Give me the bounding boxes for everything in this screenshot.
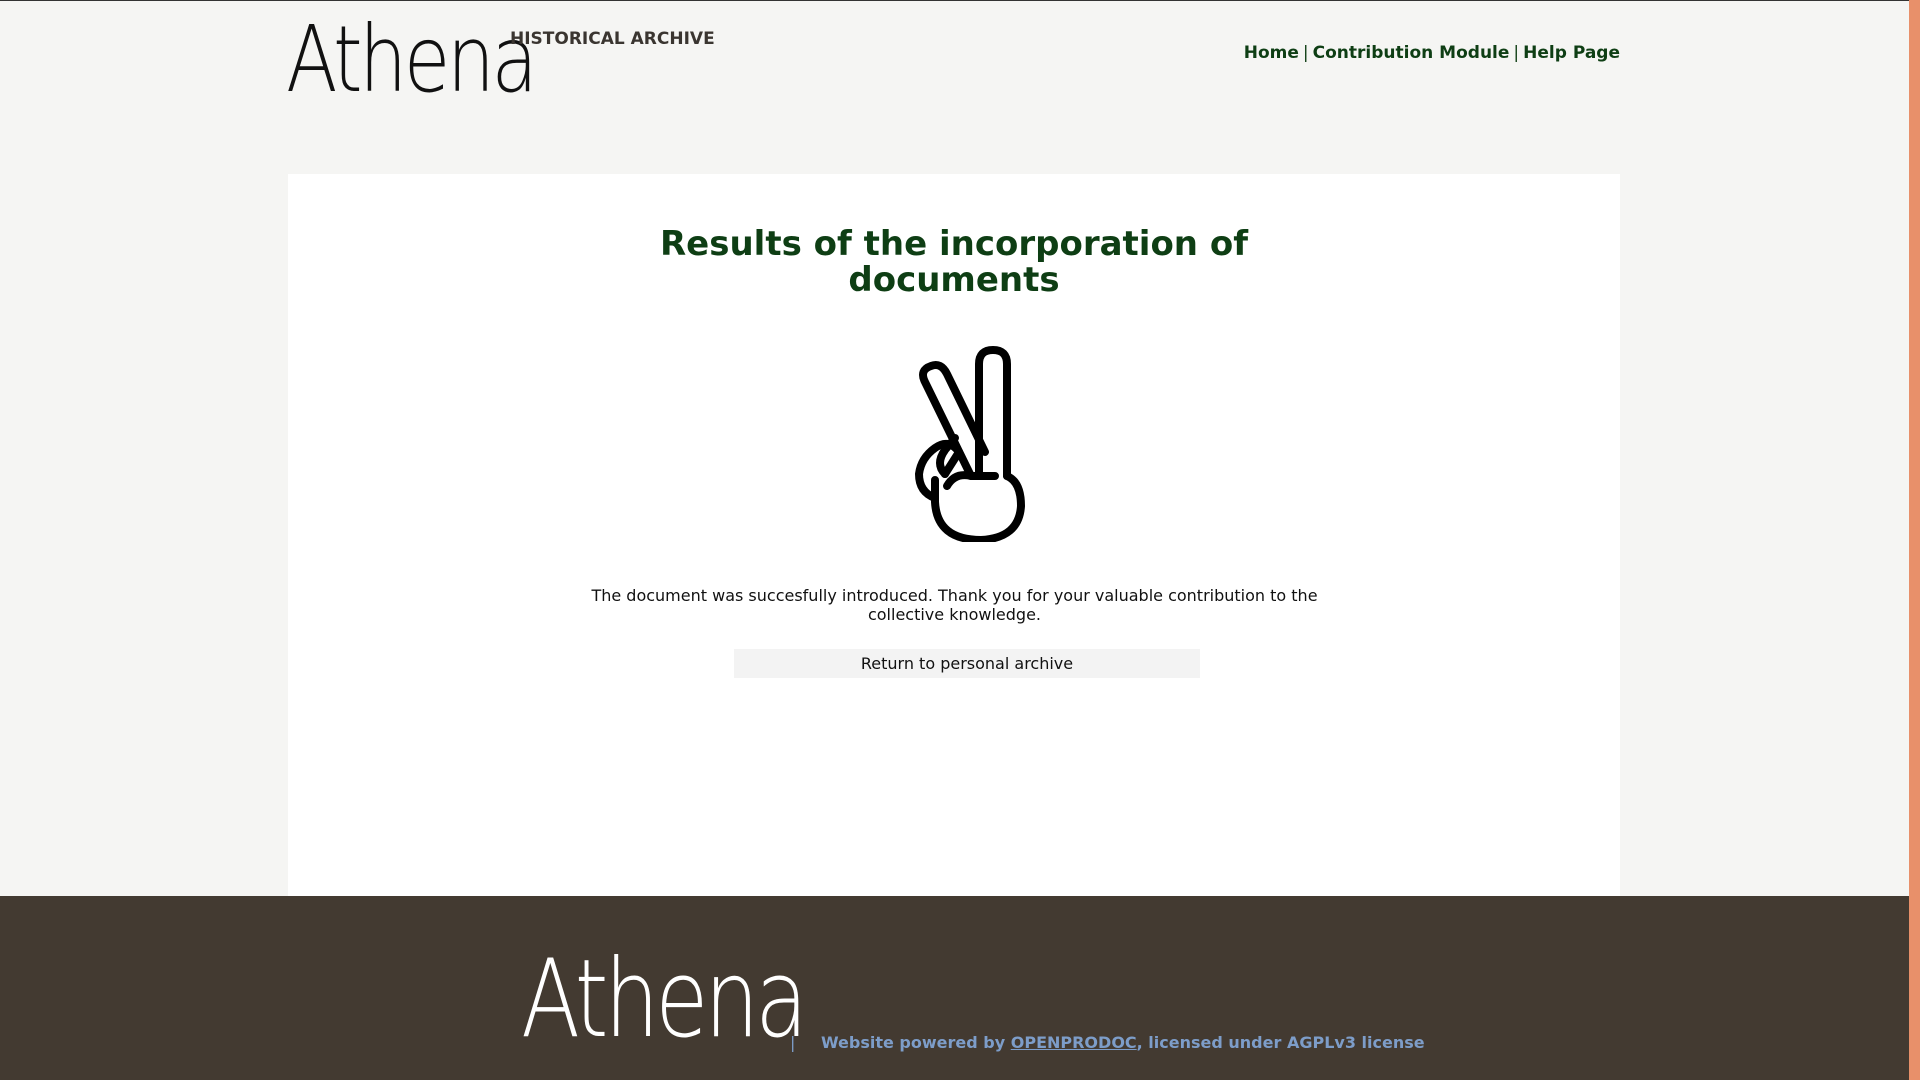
return-to-archive-button[interactable]: Return to personal archive xyxy=(734,649,1200,678)
footer-powered-prefix: Website powered by xyxy=(820,1033,1006,1052)
page-title-line1: Results of the incorporation of xyxy=(659,224,1248,264)
window-edge xyxy=(1909,0,1920,1080)
openprodoc-link[interactable]: OPENPRODOC xyxy=(1011,1033,1137,1052)
nav-contribution-module-link[interactable]: Contribution Module xyxy=(1313,43,1510,63)
nav-separator: | xyxy=(1513,43,1520,63)
page-title: Results of the incorporation of document… xyxy=(288,226,1620,298)
footer: Athena | Website powered by OPENPRODOC, … xyxy=(0,896,1909,1080)
main-card: Results of the incorporation of document… xyxy=(288,174,1620,896)
peace-hand-icon xyxy=(915,346,1025,542)
footer-license-text: , licensed under AGPLv3 license xyxy=(1136,1033,1425,1052)
footer-credits: | Website powered by OPENPRODOC, license… xyxy=(790,1033,1425,1052)
page-title-line2: documents xyxy=(848,260,1060,300)
nav-home-link[interactable]: Home xyxy=(1244,43,1299,63)
footer-separator: | xyxy=(790,1033,796,1052)
top-nav: Home | Contribution Module | Help Page xyxy=(1244,43,1620,63)
nav-help-page-link[interactable]: Help Page xyxy=(1523,43,1620,63)
success-message: The document was succesfully introduced.… xyxy=(591,586,1318,624)
page: Athena HISTORICAL ARCHIVE Home | Contribut… xyxy=(0,0,1909,1080)
nav-separator: | xyxy=(1302,43,1309,63)
footer-logo: Athena xyxy=(521,937,808,1062)
site-subtitle: HISTORICAL ARCHIVE xyxy=(510,29,715,49)
header-logo[interactable]: Athena xyxy=(286,14,538,106)
